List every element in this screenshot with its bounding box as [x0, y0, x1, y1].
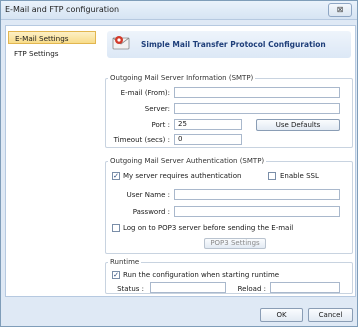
email-from-input[interactable] [174, 87, 340, 98]
cancel-button[interactable]: Cancel [308, 308, 353, 322]
ok-button[interactable]: OK [260, 308, 303, 322]
panel-header: Simple Mail Transfer Protocol Configurat… [107, 31, 351, 58]
panel-title: Simple Mail Transfer Protocol Configurat… [141, 40, 326, 49]
requires-auth-label: My server requires authentication [123, 172, 242, 180]
pop3-logon-checkbox[interactable] [112, 224, 120, 232]
smtp-info-group-label: Outgoing Mail Server Information (SMTP) [108, 74, 256, 82]
runtime-group-label: Runtime [108, 258, 142, 266]
port-label: Port : [151, 121, 170, 129]
enable-ssl-checkbox[interactable] [268, 172, 276, 180]
settings-panel: Simple Mail Transfer Protocol Configurat… [101, 25, 356, 297]
password-input[interactable] [174, 206, 340, 217]
requires-auth-checkbox[interactable]: ✓ [112, 172, 120, 180]
status-label: Status : [117, 285, 144, 293]
close-icon: ⊠ [336, 5, 344, 14]
username-input[interactable] [174, 189, 340, 200]
username-label: User Name : [126, 191, 170, 199]
server-input[interactable] [174, 103, 340, 114]
reload-input[interactable] [270, 282, 340, 293]
close-button[interactable]: ⊠ [328, 3, 352, 17]
runtime-group: Runtime ✓ Run the configuration when sta… [105, 258, 353, 294]
window-title: E-Mail and FTP configuration [5, 5, 120, 14]
config-dialog: E-Mail and FTP configuration ⊠ E-Mail Se… [0, 0, 358, 327]
sidebar: E-Mail Settings FTP Settings [5, 25, 102, 297]
server-label: Server: [144, 105, 170, 113]
enable-ssl-label: Enable SSL [280, 172, 319, 180]
smtp-auth-group-label: Outgoing Mail Server Authentication (SMT… [108, 157, 267, 165]
title-bar: E-Mail and FTP configuration ⊠ [1, 1, 357, 20]
port-input[interactable]: 25 [174, 119, 242, 130]
pop3-settings-button[interactable]: POP3 Settings [204, 238, 266, 249]
run-at-startup-checkbox[interactable]: ✓ [112, 271, 120, 279]
status-input[interactable] [150, 282, 226, 293]
run-at-startup-label: Run the configuration when starting runt… [123, 271, 280, 279]
password-label: Password : [132, 208, 170, 216]
use-defaults-button[interactable]: Use Defaults [256, 119, 340, 131]
smtp-auth-group: Outgoing Mail Server Authentication (SMT… [105, 157, 353, 254]
email-from-label: E-mail (From): [120, 89, 170, 97]
sidebar-item-email-settings[interactable]: E-Mail Settings [8, 31, 96, 44]
reload-label: Reload : [237, 285, 266, 293]
timeout-label: Timeout (secs) : [113, 136, 170, 144]
dialog-footer: OK Cancel [1, 299, 357, 327]
timeout-input[interactable]: 0 [174, 134, 242, 145]
mail-icon [112, 36, 130, 50]
pop3-logon-label: Log on to POP3 server before sending the… [123, 224, 294, 232]
sidebar-item-ftp-settings[interactable]: FTP Settings [8, 47, 96, 60]
smtp-info-group: Outgoing Mail Server Information (SMTP) … [105, 74, 353, 148]
